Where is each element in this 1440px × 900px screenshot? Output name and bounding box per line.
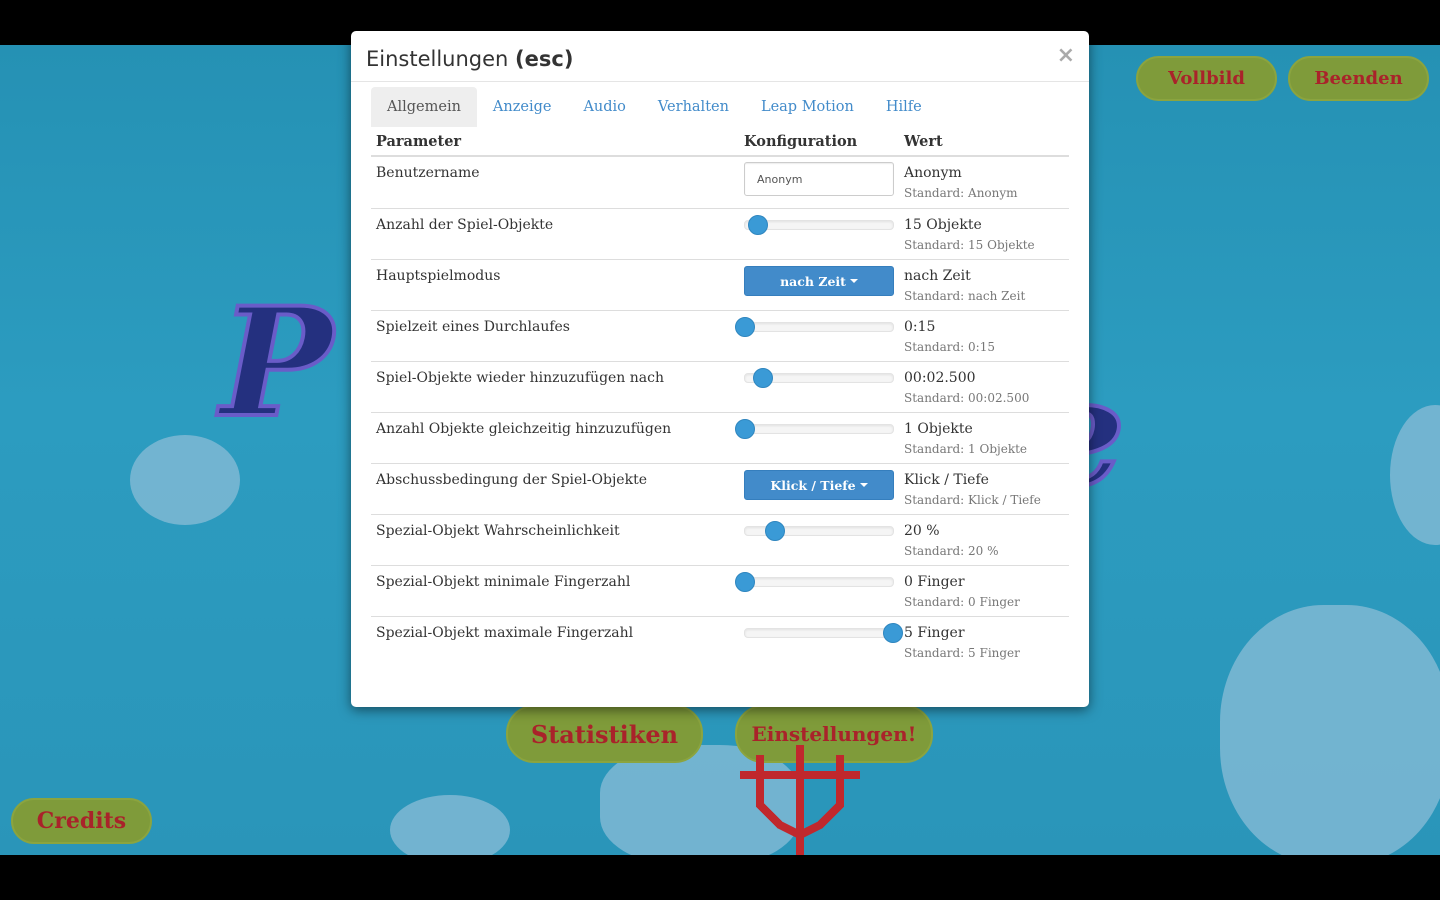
- background-blob: [1390, 405, 1440, 545]
- close-icon[interactable]: ×: [1057, 43, 1075, 68]
- current-value: 5 Finger: [904, 625, 965, 641]
- dropdown-label: Klick / Tiefe: [770, 477, 856, 493]
- parameter-name: Hauptspielmodus: [376, 268, 501, 284]
- dialog-title-shortcut: (esc): [515, 47, 574, 71]
- parameter-name: Spezial-Objekt Wahrscheinlichkeit: [376, 523, 620, 539]
- column-header-configuration: Konfiguration: [744, 133, 858, 150]
- dropdown-label: nach Zeit: [780, 273, 846, 289]
- default-value: Standard: 0:15: [904, 340, 995, 354]
- parameter-name: Anzahl der Spiel-Objekte: [376, 217, 554, 233]
- fullscreen-button[interactable]: Vollbild: [1136, 56, 1277, 101]
- table-row: Spezial-Objekt Wahrscheinlichkeit 20 % Sta…: [371, 514, 1069, 565]
- table-body: Benutzername Anonym Standard: Anonym Anzahl…: [371, 157, 1069, 667]
- tab-leap-motion[interactable]: Leap Motion: [745, 87, 870, 127]
- tab-allgemein[interactable]: Allgemein: [371, 87, 477, 127]
- slider-handle[interactable]: [764, 521, 785, 541]
- default-value: Standard: 00:02.500: [904, 391, 1030, 405]
- slider-track[interactable]: [744, 368, 894, 388]
- slider-handle[interactable]: [752, 368, 773, 388]
- dropdown-button[interactable]: nach Zeit: [744, 266, 894, 296]
- table-row: Anzahl Objekte gleichzeitig hinzuzufügen…: [371, 412, 1069, 463]
- crosshair-icon: [740, 745, 860, 855]
- tab-verhalten[interactable]: Verhalten: [642, 87, 745, 127]
- current-value: 15 Objekte: [904, 217, 982, 233]
- slider-handle[interactable]: [735, 419, 755, 439]
- current-value: 00:02.500: [904, 370, 976, 386]
- default-value: Standard: 20 %: [904, 544, 999, 558]
- current-value: 0:15: [904, 319, 936, 335]
- statistics-button[interactable]: Statistiken: [506, 705, 703, 763]
- dropdown-button[interactable]: Klick / Tiefe: [744, 470, 894, 500]
- slider-track[interactable]: [735, 572, 894, 592]
- dialog-title-text: Einstellungen: [366, 47, 516, 71]
- table-row: Hauptspielmodus nach Zeit nach Zeit Standar…: [371, 259, 1069, 310]
- slider-track[interactable]: [744, 521, 894, 541]
- dialog-header: Einstellungen (esc) ×: [351, 31, 1089, 82]
- dialog-title: Einstellungen (esc): [366, 47, 573, 71]
- column-header-value: Wert: [904, 133, 943, 150]
- slider-track[interactable]: [744, 215, 894, 235]
- parameter-name: Spezial-Objekt minimale Fingerzahl: [376, 574, 631, 590]
- table-row: Abschussbedingung der Spiel-Objekte Klick…: [371, 463, 1069, 514]
- slider-track[interactable]: [735, 419, 894, 439]
- slider-handle[interactable]: [748, 215, 769, 235]
- default-value: Standard: Anonym: [904, 186, 1018, 200]
- tab-hilfe[interactable]: Hilfe: [870, 87, 938, 127]
- credits-button[interactable]: Credits: [11, 798, 152, 844]
- default-value: Standard: nach Zeit: [904, 289, 1026, 303]
- slider-handle[interactable]: [883, 623, 903, 643]
- current-value: nach Zeit: [904, 268, 971, 284]
- background-blob: [390, 795, 510, 855]
- parameter-name: Benutzername: [376, 165, 480, 181]
- parameter-name: Spiel-Objekte wieder hinzuzufügen nach: [376, 370, 664, 386]
- default-value: Standard: Klick / Tiefe: [904, 493, 1041, 507]
- table-row: Spiel-Objekte wieder hinzuzufügen nach 00…: [371, 361, 1069, 412]
- default-value: Standard: 0 Finger: [904, 595, 1020, 609]
- slider-track[interactable]: [744, 623, 903, 643]
- table-row: Spezial-Objekt minimale Fingerzahl 0 Fing…: [371, 565, 1069, 616]
- column-header-parameter: Parameter: [376, 133, 462, 150]
- current-value: Anonym: [904, 165, 962, 181]
- current-value: Klick / Tiefe: [904, 472, 989, 488]
- current-value: 0 Finger: [904, 574, 965, 590]
- parameter-name: Anzahl Objekte gleichzeitig hinzuzufügen: [376, 421, 672, 437]
- background-blob: [1220, 605, 1440, 855]
- parameter-name: Spezial-Objekt maximale Fingerzahl: [376, 625, 634, 641]
- parameter-name: Abschussbedingung der Spiel-Objekte: [376, 472, 647, 488]
- table-header: Parameter Konfiguration Wert: [371, 127, 1069, 157]
- settings-dialog: Einstellungen (esc) × Allgemein Anzeige …: [351, 31, 1089, 707]
- username-input[interactable]: [744, 162, 894, 196]
- tab-anzeige[interactable]: Anzeige: [477, 87, 568, 127]
- current-value: 1 Objekte: [904, 421, 973, 437]
- quit-button[interactable]: Beenden: [1288, 56, 1429, 101]
- screen: P e Vollbild Beenden Statistiken Einstel…: [0, 0, 1440, 900]
- default-value: Standard: 1 Objekte: [904, 442, 1028, 456]
- tab-audio[interactable]: Audio: [567, 87, 641, 127]
- default-value: Standard: 5 Finger: [904, 646, 1020, 660]
- caret-down-icon: [849, 279, 858, 283]
- game-title-left: P: [218, 273, 335, 453]
- caret-down-icon: [859, 483, 868, 487]
- current-value: 20 %: [904, 523, 940, 539]
- table-row: Benutzername Anonym Standard: Anonym: [371, 157, 1069, 208]
- tab-bar: Allgemein Anzeige Audio Verhalten Leap M…: [371, 87, 938, 127]
- table-row: Spielzeit eines Durchlaufes 0:15 Standard:…: [371, 310, 1069, 361]
- slider-handle[interactable]: [735, 572, 755, 592]
- slider-track[interactable]: [735, 317, 894, 337]
- settings-table: Parameter Konfiguration Wert Benutzernam…: [371, 127, 1069, 667]
- table-row: Anzahl der Spiel-Objekte 15 Objekte Standa…: [371, 208, 1069, 259]
- slider-handle[interactable]: [735, 317, 755, 337]
- table-row: Spezial-Objekt maximale Fingerzahl 5 Fing…: [371, 616, 1069, 667]
- default-value: Standard: 15 Objekte: [904, 238, 1035, 252]
- parameter-name: Spielzeit eines Durchlaufes: [376, 319, 570, 335]
